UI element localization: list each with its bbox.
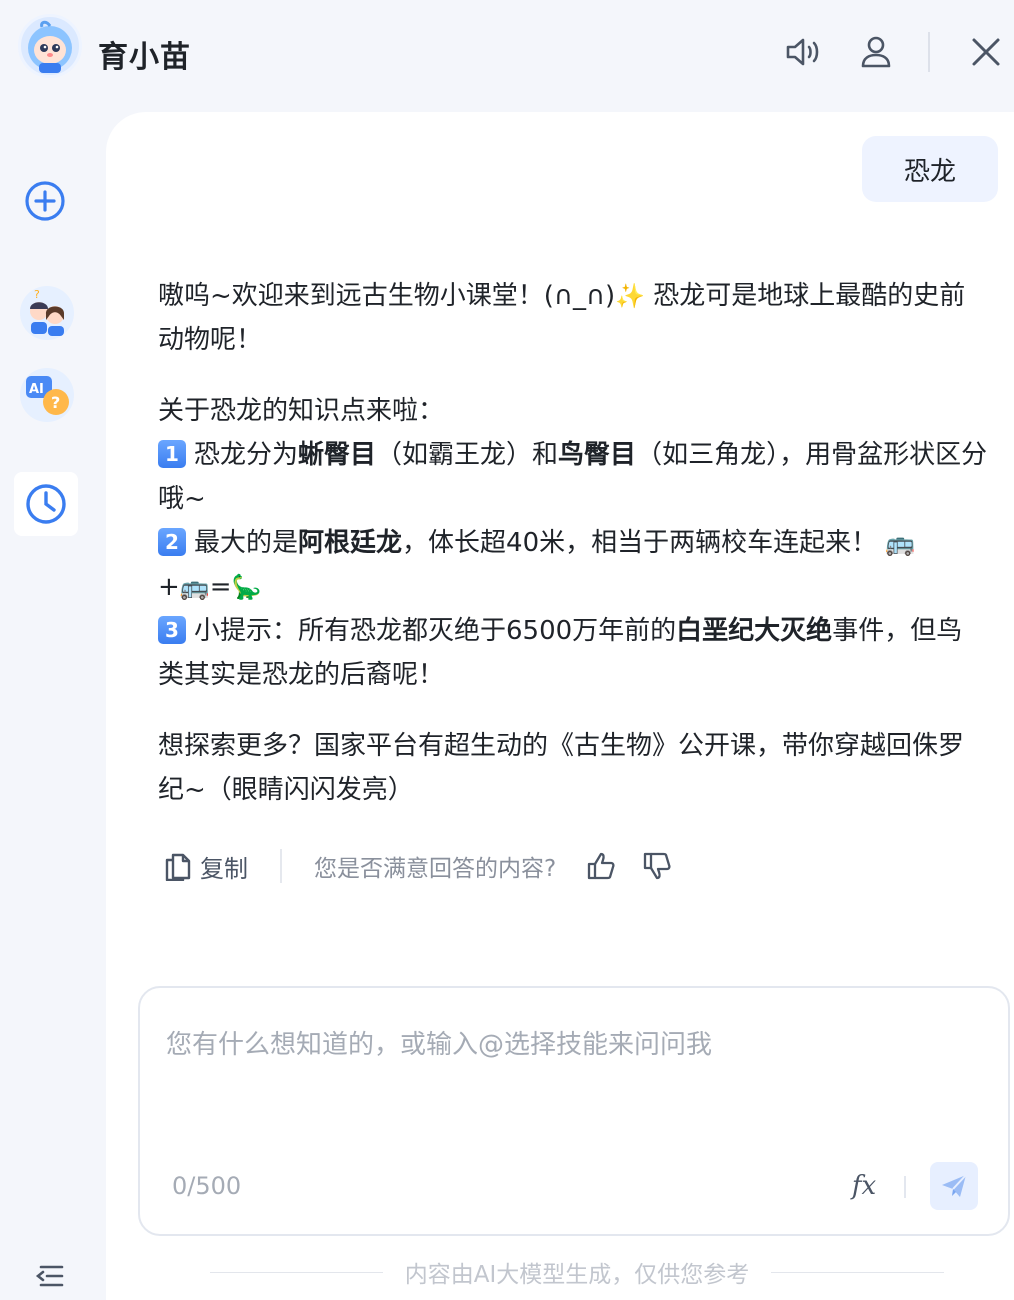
composer-divider [904, 1176, 906, 1198]
disclaimer-row: 内容由AI大模型生成，仅供您参考 [210, 1254, 944, 1290]
thumbs-down-icon[interactable] [642, 851, 672, 881]
answer-outro: 想探索更多？国家平台有超生动的《古生物》公开课，带你穿越回侏罗纪~（眼睛闪闪发亮… [158, 731, 965, 805]
copy-icon [165, 853, 191, 881]
thumbs-up-icon[interactable] [586, 851, 616, 881]
feedback-divider [280, 849, 282, 883]
user-message-bubble: 恐龙 [862, 136, 998, 202]
answer-text: ，体长超40米，相当于两辆校车连起来！ [402, 528, 878, 558]
bus-icon: 🚌 [885, 529, 916, 557]
close-icon[interactable] [962, 28, 1010, 76]
divider-line [210, 1271, 383, 1273]
message-input[interactable] [166, 1024, 966, 1134]
feedback-row: 复制 您是否满意回答的内容? [164, 846, 672, 886]
char-counter: 0/500 [172, 1172, 242, 1200]
student-avatars-icon[interactable]: ? [16, 282, 78, 344]
dinosaur-icon: 🦕 [231, 573, 262, 601]
app-title: 育小苗 [98, 40, 191, 75]
assistant-answer: 嗷呜~欢迎来到远古生物小课堂！(∩_∩)✨ 恐龙可是地球上最酷的史前动物呢！ 关… [158, 274, 988, 839]
answer-text: + [158, 572, 180, 602]
svg-text:?: ? [51, 393, 60, 412]
bus-icon: 🚌 [179, 573, 210, 601]
message-composer: 0/500 fx [138, 986, 1010, 1236]
answer-paragraph: 嗷呜~欢迎来到远古生物小课堂！(∩_∩)✨ 恐龙可是地球上最酷的史前动物呢！ [158, 274, 988, 362]
answer-text: = [209, 572, 232, 602]
answer-text: 最大的是 [194, 528, 299, 558]
ai-qa-icon[interactable]: AI ? [16, 364, 78, 426]
answer-bold: 蜥臀目 [298, 440, 377, 470]
svg-text:?: ? [34, 288, 40, 301]
sidebar: ? AI ? [0, 108, 106, 1300]
answer-text: 小提示：所有恐龙都灭绝于6500万年前的 [194, 616, 677, 646]
app-logo [18, 14, 82, 78]
formula-icon: fx [851, 1171, 877, 1201]
app-header: 育小苗 [0, 0, 1014, 108]
ai-disclaimer: 内容由AI大模型生成，仅供您参考 [404, 1262, 750, 1288]
speaker-icon[interactable] [780, 28, 828, 76]
new-chat-icon[interactable] [20, 176, 70, 226]
copy-label: 复制 [200, 854, 248, 883]
number-3-icon: 3 [158, 616, 186, 644]
answer-text: （如霸王龙）和 [376, 440, 559, 470]
number-1-icon: 1 [158, 440, 186, 468]
satisfaction-question: 您是否满意回答的内容? [314, 856, 557, 882]
header-divider [928, 32, 930, 72]
send-icon [942, 1174, 967, 1197]
answer-bold: 阿根廷龙 [298, 528, 403, 558]
copy-button[interactable]: 复制 [164, 849, 248, 884]
send-button[interactable] [930, 1162, 978, 1210]
answer-bold: 白垩纪大灭绝 [676, 616, 833, 646]
answer-list: 关于恐龙的知识点来啦： 1 恐龙分为蜥臀目（如霸王龙）和鸟臀目（如三角龙），用骨盆… [158, 389, 988, 697]
answer-text: 嗷呜~欢迎来到远古生物小课堂！(∩_∩) [158, 281, 616, 311]
divider-line [771, 1271, 944, 1273]
answer-intro: 关于恐龙的知识点来啦： [158, 396, 445, 426]
number-2-icon: 2 [158, 528, 186, 556]
collapse-menu-icon[interactable] [30, 1258, 70, 1294]
answer-bold: 鸟臀目 [558, 440, 637, 470]
user-icon[interactable] [852, 28, 900, 76]
svg-text:AI: AI [29, 382, 44, 397]
history-button[interactable] [14, 472, 78, 536]
sparkle-icon: ✨ [615, 282, 646, 310]
answer-text: 恐龙分为 [194, 440, 299, 470]
formula-button[interactable]: fx [844, 1166, 884, 1206]
